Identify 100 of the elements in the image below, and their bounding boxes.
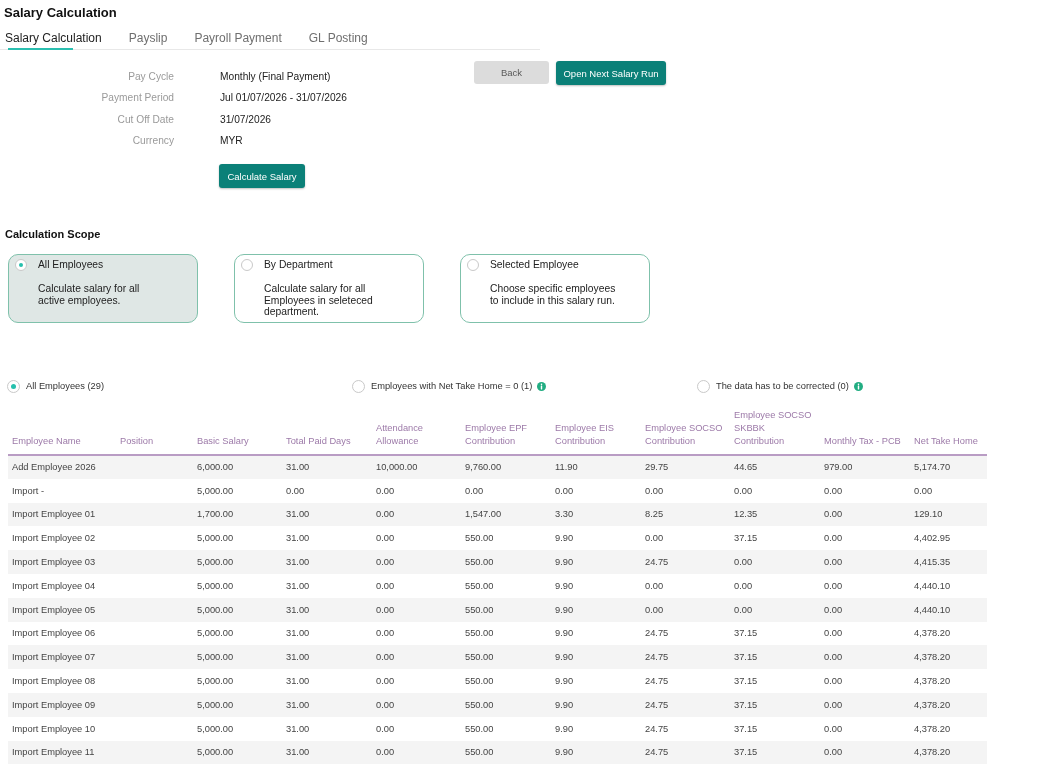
option-description: Choose specific employees to include in this salary run. [490,283,617,306]
table-cell: 3.30 [551,502,641,527]
table-cell: 31.00 [282,645,372,670]
table-cell: 31.00 [282,455,372,479]
table-cell: 550.00 [461,740,551,765]
table-cell: 31.00 [282,550,372,574]
table-cell: 4,378.20 [910,740,987,765]
table-cell: 5,000.00 [193,692,282,717]
table-cell: 37.15 [730,645,820,670]
table-cell: 4,415.35 [910,550,987,574]
scope-option-card[interactable]: All Employees Calculate salary for all active employees. [8,254,198,323]
table-cell: 4,378.20 [910,716,987,741]
radio-button[interactable] [467,259,479,271]
radio-button[interactable] [352,379,365,393]
table-cell: 4,378.20 [910,645,987,670]
table-cell: 550.00 [461,597,551,622]
table-cell: 129.10 [910,502,987,527]
table-cell: 9.90 [551,621,641,646]
scope-option-card[interactable]: Selected Employee Choose specific employees to include in this salary run. [460,254,650,323]
table-cell: 5,000.00 [193,716,282,741]
table-cell: 0.00 [820,645,910,670]
option-title: All Employees [38,259,104,271]
table-cell: 0.00 [641,478,730,503]
radio-button[interactable] [697,379,710,393]
table-cell: Import Employee 07 [8,645,116,670]
info-icon[interactable] [537,381,547,391]
table-cell: Import Employee 02 [8,526,116,551]
table-cell: 31.00 [282,502,372,527]
radio-button[interactable] [241,259,253,271]
table-cell: 4,402.95 [910,526,987,551]
info-icon[interactable] [853,381,863,391]
table-cell: 37.15 [730,621,820,646]
table-cell: Import Employee 08 [8,669,116,693]
table-cell: 0.00 [372,621,461,646]
radio-button[interactable] [7,379,20,393]
table-cell: 550.00 [461,574,551,598]
table-cell: 550.00 [461,645,551,670]
table-cell: 0.00 [372,550,461,574]
table-cell: 9.90 [551,740,641,765]
table-cell: 9.90 [551,669,641,693]
table-cell: 24.75 [641,645,730,670]
table-cell: 0.00 [820,574,910,598]
table-cell: 5,174.70 [910,455,987,479]
table-cell: Import Employee 01 [8,502,116,527]
table-cell: 4,440.10 [910,574,987,598]
table-cell: 0.00 [730,597,820,622]
table-cell: 31.00 [282,621,372,646]
table-cell: 5,000.00 [193,621,282,646]
field-value: MYR [220,135,243,148]
table-cell: 5,000.00 [193,645,282,670]
table-cell: 24.75 [641,621,730,646]
table-cell: 31.00 [282,526,372,551]
table-cell: Import Employee 06 [8,621,116,646]
option-title: By Department [264,259,333,271]
table-cell: 550.00 [461,669,551,693]
table-cell: 5,000.00 [193,478,282,503]
table-cell: 5,000.00 [193,669,282,693]
option-title: Selected Employee [490,259,579,271]
table-cell: 24.75 [641,669,730,693]
table-cell: 24.75 [641,740,730,765]
table-cell: 550.00 [461,621,551,646]
next-salary-run-button[interactable]: Open Next Salary Run [556,61,666,85]
tab[interactable]: Payslip [128,31,168,50]
scope-option-card[interactable]: By Department Calculate salary for all Employees in seleteced department. [234,254,424,323]
table-cell: 31.00 [282,574,372,598]
table-cell: 44.65 [730,455,820,479]
table-cell: 0.00 [730,550,820,574]
back-button[interactable]: Back [474,61,549,84]
table-cell: Import Employee 03 [8,550,116,574]
table-cell: 9.90 [551,716,641,741]
table-cell: 37.15 [730,692,820,717]
table-cell: 0.00 [372,478,461,503]
table-cell: Import Employee 11 [8,740,116,765]
calculate-salary-button[interactable]: Calculate Salary [219,164,305,188]
table-cell: 8.25 [641,502,730,527]
table-cell: 0.00 [461,478,551,503]
table-cell: 0.00 [551,478,641,503]
option-description: Calculate salary for all Employees in seleteced department. [264,283,374,318]
tab[interactable]: Payroll Payment [194,31,282,50]
filter-label: Employees with Net Take Home = 0 (1) [371,380,533,392]
table-cell: 9.90 [551,526,641,551]
table-cell: 550.00 [461,716,551,741]
table-cell: 0.00 [641,526,730,551]
table-cell: 0.00 [820,740,910,765]
radio-button[interactable] [15,259,27,271]
field-label: Cut Off Date [117,113,174,126]
table-cell: 37.15 [730,526,820,551]
tab[interactable]: Salary Calculation [5,31,102,50]
table-cell: 4,378.20 [910,692,987,717]
field-value: Monthly (Final Payment) [220,70,331,83]
field-value: Jul 01/07/2026 - 31/07/2026 [220,92,347,105]
tab[interactable]: GL Posting [308,31,368,50]
table-cell: Import - [8,478,116,503]
table-cell: 37.15 [730,740,820,765]
table-cell: 11.90 [551,455,641,479]
table-cell: 0.00 [820,621,910,646]
table-cell: 24.75 [641,692,730,717]
table-cell: 0.00 [820,526,910,551]
table-cell: 0.00 [910,478,987,503]
table-cell: 1,700.00 [193,502,282,527]
